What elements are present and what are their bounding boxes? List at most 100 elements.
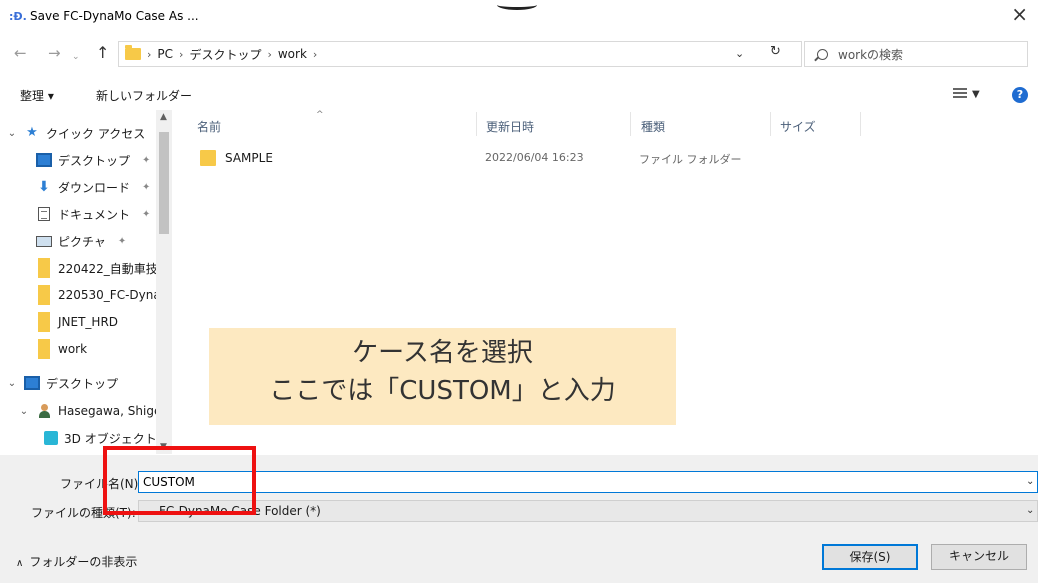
star-icon: ★ <box>26 125 38 140</box>
pin-icon: ✦ <box>142 181 151 193</box>
chevron-down-icon[interactable]: ⌄ <box>6 378 18 389</box>
nav-item-label: 3D オブジェクト <box>64 431 157 446</box>
nav-item-folder-220422[interactable]: 220422_自動車技 <box>36 257 158 279</box>
recent-locations-chevron-icon[interactable]: ⌄ <box>72 47 80 67</box>
nav-item-user[interactable]: ⌄ Hasegawa, Shige <box>18 400 161 422</box>
up-arrow-icon[interactable]: ↑ <box>96 43 109 63</box>
help-icon[interactable]: ? <box>1012 87 1028 103</box>
nav-item-work[interactable]: work <box>36 338 87 360</box>
scrollbar-thumb[interactable] <box>159 132 169 234</box>
desktop-icon <box>24 376 40 390</box>
file-modified: 2022/06/04 16:23 <box>485 151 584 164</box>
hide-folders-toggle[interactable]: ∧ フォルダーの非表示 <box>16 553 137 570</box>
column-header-type[interactable]: 種類 <box>641 118 665 135</box>
filetype-select[interactable]: FC-DynaMo Case Folder (*) <box>138 500 1038 522</box>
breadcrumb-work[interactable]: work <box>278 47 307 61</box>
chevron-down-icon[interactable]: ⌄ <box>6 128 18 139</box>
chevron-right-icon: › <box>267 47 272 61</box>
forward-arrow-icon[interactable]: → <box>48 43 61 63</box>
folder-icon <box>38 312 50 332</box>
picture-icon <box>36 235 52 247</box>
nav-item-quick-access[interactable]: ⌄ ★ クイック アクセス <box>6 122 145 144</box>
sort-caret-icon: ^ <box>316 110 324 120</box>
toolbar: 整理 ▾ 新しいフォルダー ▼ ? <box>0 80 1038 110</box>
search-icon <box>817 48 828 60</box>
annotation-line-2: ここでは「CUSTOM」と入力 <box>269 376 616 406</box>
folder-icon <box>125 45 141 60</box>
3d-cube-icon <box>44 431 58 445</box>
folder-icon <box>38 285 50 305</box>
column-divider[interactable] <box>476 112 477 136</box>
column-divider[interactable] <box>630 112 631 136</box>
nav-item-documents[interactable]: ドキュメント ✦ <box>36 203 150 225</box>
download-arrow-icon: ⬇ <box>38 179 50 195</box>
annotation-line-1: ケース名を選択 <box>352 338 533 368</box>
file-row[interactable]: SAMPLE 2022/06/04 16:23 ファイル フォルダー <box>195 147 785 169</box>
desktop-icon <box>36 153 52 167</box>
file-name: SAMPLE <box>225 151 273 165</box>
nav-item-label: work <box>58 342 88 356</box>
chevron-right-icon: › <box>147 47 152 61</box>
column-header-modified[interactable]: 更新日時 <box>486 118 534 135</box>
address-bar[interactable]: › PC › デスクトップ › work › <box>118 41 802 67</box>
file-type: ファイル フォルダー <box>639 153 742 166</box>
nav-item-folder-220530[interactable]: 220530_FC-Dyna <box>36 284 161 306</box>
nav-item-jnet-hrd[interactable]: JNET_HRD <box>36 311 118 333</box>
nav-item-desktop[interactable]: デスクトップ ✦ <box>36 149 150 171</box>
nav-item-label: ダウンロード <box>58 180 131 195</box>
pin-icon: ✦ <box>142 154 151 166</box>
nav-item-label: ピクチャ <box>58 234 106 249</box>
cancel-button[interactable]: キャンセル <box>931 544 1027 570</box>
new-folder-button[interactable]: 新しいフォルダー <box>96 87 192 104</box>
title-bar: :Ð. Save FC-DynaMo Case As ... × <box>0 0 1038 34</box>
filetype-dropdown-icon[interactable]: ⌄ <box>1026 505 1034 516</box>
nav-item-label: デスクトップ <box>46 376 119 391</box>
nav-item-downloads[interactable]: ⬇ ダウンロード ✦ <box>36 176 150 198</box>
breadcrumb-pc[interactable]: PC <box>157 47 173 61</box>
nav-item-label: JNET_HRD <box>58 315 119 329</box>
scroll-up-icon[interactable]: ▲ <box>160 112 167 122</box>
filename-input[interactable] <box>138 471 1038 493</box>
search-placeholder: workの検索 <box>838 47 904 62</box>
column-header-size[interactable]: サイズ <box>780 118 816 135</box>
search-input[interactable]: workの検索 <box>804 41 1028 67</box>
document-icon <box>38 207 50 221</box>
nav-item-label: 220530_FC-Dyna <box>58 288 161 302</box>
chevron-right-icon: › <box>312 47 318 61</box>
highlight-box <box>103 446 256 515</box>
navigation-pane: ⌄ ★ クイック アクセス デスクトップ ✦ ⬇ ダウンロード ✦ ドキュメント… <box>0 114 172 454</box>
folder-icon <box>38 258 50 278</box>
nav-item-label: ドキュメント <box>58 207 131 222</box>
chevron-up-icon: ∧ <box>16 558 24 569</box>
breadcrumb-desktop[interactable]: デスクトップ <box>189 46 261 63</box>
nav-item-label: Hasegawa, Shige <box>58 404 162 418</box>
column-divider[interactable] <box>770 112 771 136</box>
save-button[interactable]: 保存(S) <box>822 544 918 570</box>
nav-item-label: 220422_自動車技 <box>58 261 158 276</box>
filename-dropdown-icon[interactable]: ⌄ <box>1026 476 1034 487</box>
organize-button[interactable]: 整理 ▾ <box>20 87 54 104</box>
user-icon <box>38 404 50 418</box>
navigation-scrollbar[interactable]: ▲ ▼ <box>156 110 172 454</box>
nav-item-label: クイック アクセス <box>46 126 146 141</box>
refresh-icon[interactable]: ↻ <box>770 44 781 59</box>
view-dropdown-icon[interactable]: ▼ <box>972 89 980 100</box>
column-header-name[interactable]: 名前 <box>197 118 221 135</box>
close-icon[interactable]: × <box>1011 4 1028 24</box>
nav-item-label: デスクトップ <box>58 153 131 168</box>
annotation-callout: ケース名を選択 ここでは「CUSTOM」と入力 <box>209 328 676 425</box>
column-divider[interactable] <box>860 112 861 136</box>
chevron-right-icon: › <box>179 47 184 61</box>
nav-item-desktop-root[interactable]: ⌄ デスクトップ <box>6 372 118 394</box>
nav-item-pictures[interactable]: ピクチャ ✦ <box>36 230 126 252</box>
back-arrow-icon[interactable]: ← <box>14 43 27 63</box>
address-dropdown-icon[interactable]: ⌄ <box>735 47 744 60</box>
view-options-icon[interactable] <box>953 88 967 100</box>
pin-icon: ✦ <box>142 208 151 220</box>
chevron-down-icon[interactable]: ⌄ <box>18 406 30 417</box>
folder-icon <box>200 150 216 166</box>
window-title: Save FC-DynaMo Case As ... <box>30 9 199 23</box>
pin-icon: ✦ <box>117 235 127 247</box>
address-row: ← → ⌄ ↑ › PC › デスクトップ › work › ⌄ ↻ workの… <box>0 38 1038 68</box>
hide-folders-label: フォルダーの非表示 <box>29 555 138 569</box>
